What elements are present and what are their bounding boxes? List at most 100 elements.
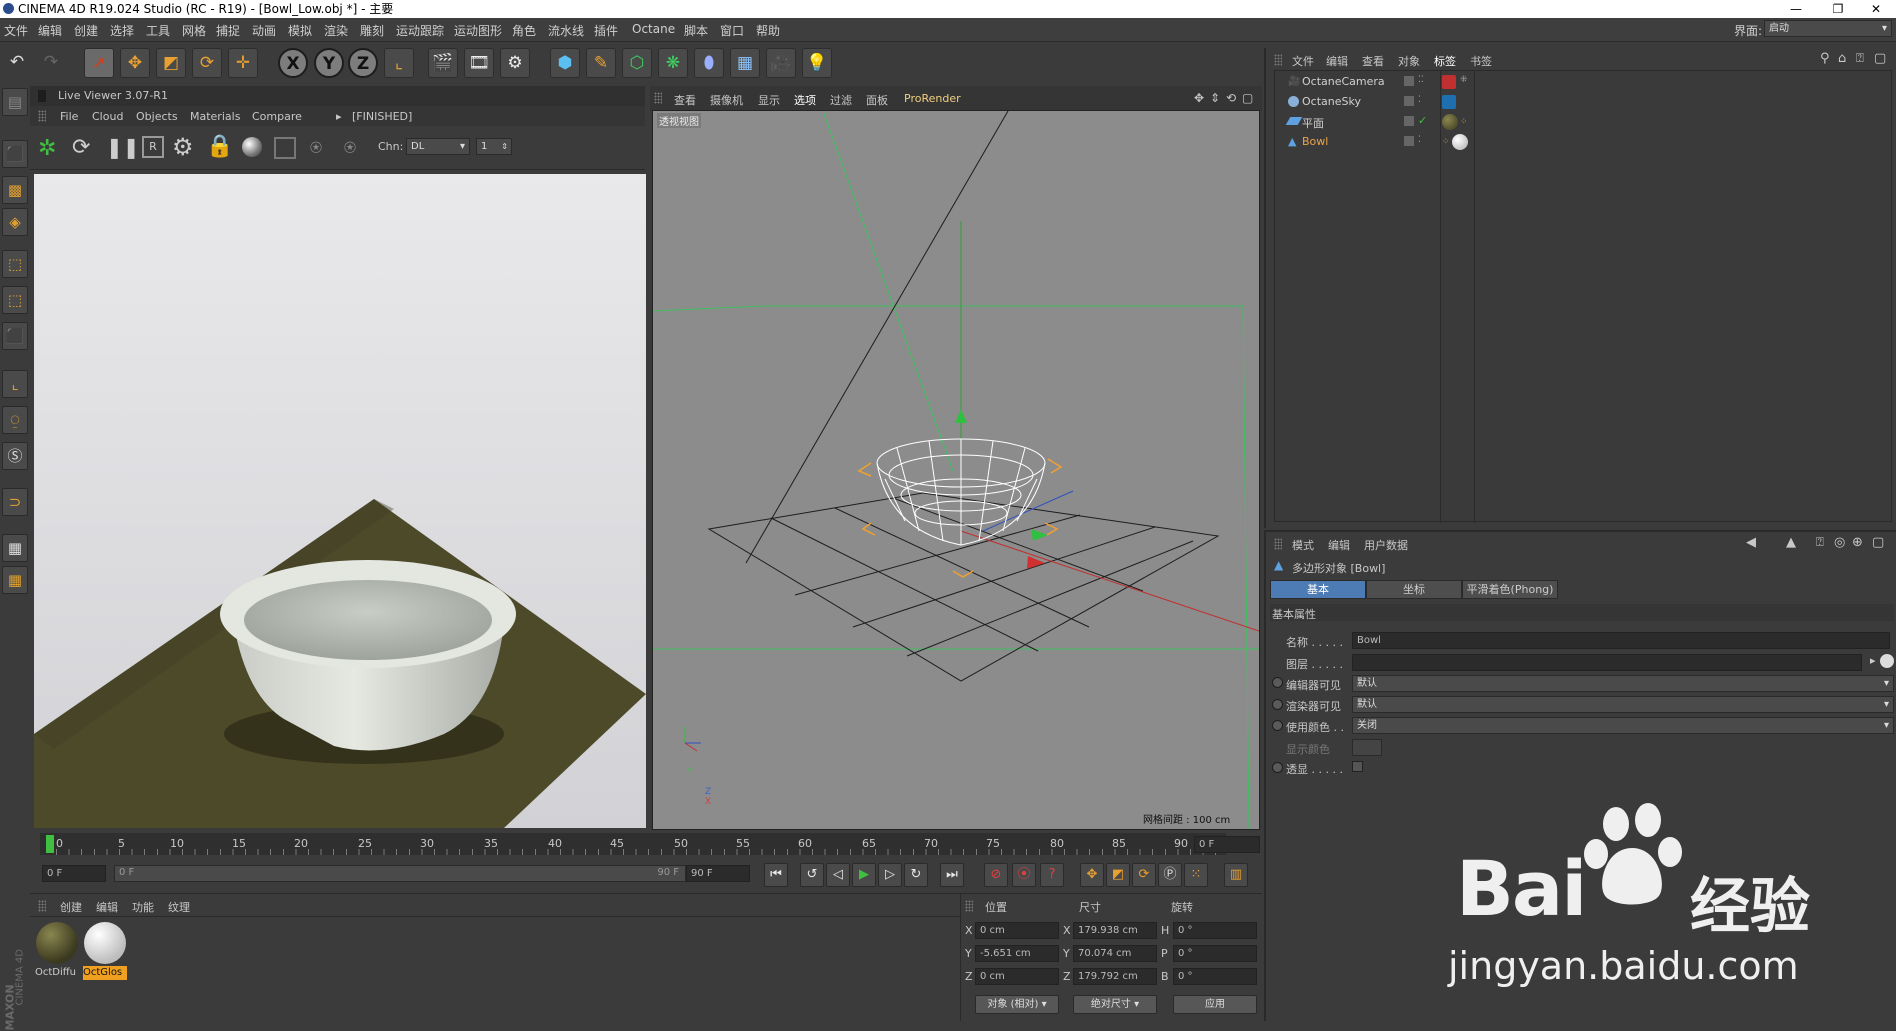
vp-menu-panel[interactable]: 面板: [866, 92, 888, 108]
layer-clear-icon[interactable]: [1880, 654, 1894, 668]
camera-icon[interactable]: 🎥: [766, 48, 796, 78]
texture-mode-icon[interactable]: ▩: [2, 176, 28, 204]
render-view-icon[interactable]: 🎬: [428, 48, 458, 78]
size-x-field[interactable]: 179.938 cm: [1073, 922, 1157, 939]
key-scale-icon[interactable]: ◩: [1106, 863, 1130, 887]
polygons-mode-icon[interactable]: ⬛: [2, 322, 28, 350]
pen-icon[interactable]: ✎: [586, 48, 616, 78]
rotate-icon[interactable]: ⟳: [192, 48, 222, 78]
go-to-start-icon[interactable]: ⏮: [764, 863, 788, 887]
material-tag-icon[interactable]: [1452, 134, 1468, 150]
mm-menu-texture[interactable]: 纹理: [168, 899, 190, 915]
pos-y-field[interactable]: -5.651 cm: [975, 945, 1059, 962]
lv-menu-objects[interactable]: Objects: [136, 110, 178, 123]
restart-render-icon[interactable]: ⟳: [72, 135, 90, 160]
xray-checkbox[interactable]: [1352, 761, 1363, 772]
am-menu-mode[interactable]: 模式: [1292, 537, 1314, 553]
visibility-dots-icon[interactable]: ⁚: [1418, 135, 1421, 145]
axis-mode-icon[interactable]: ⌞: [2, 370, 28, 398]
texture-tag-icon[interactable]: ⁘: [1442, 137, 1450, 147]
maximize-view-icon[interactable]: ▢: [1242, 91, 1253, 105]
floor-icon[interactable]: ▦: [730, 48, 760, 78]
om-menu-objects[interactable]: 对象: [1398, 53, 1420, 69]
quantize-icon[interactable]: ▦: [2, 534, 28, 562]
zoom-view-icon[interactable]: ⇕: [1210, 91, 1220, 105]
menu-window[interactable]: 窗口: [720, 22, 744, 39]
render-settings-icon[interactable]: ⚙: [500, 48, 530, 78]
visibility-dots-icon[interactable]: ⁚⁚: [1418, 75, 1424, 85]
object-row-octanesky[interactable]: OctaneSky ⁚: [1274, 92, 1886, 112]
current-frame-field[interactable]: 0 F: [1194, 836, 1260, 853]
enabled-check-icon[interactable]: ✓: [1418, 114, 1427, 127]
object-row-octanecamera[interactable]: 🎥 OctaneCamera ⁚⁚ ⁜: [1274, 72, 1886, 92]
menu-script[interactable]: 脚本: [684, 22, 708, 39]
record-keys-icon[interactable]: ⊘: [984, 863, 1008, 887]
make-editable-icon[interactable]: ▤: [2, 88, 28, 116]
menu-plugins[interactable]: 插件: [594, 22, 618, 39]
menu-animate[interactable]: 动画: [252, 22, 276, 39]
select-icon[interactable]: ➚: [84, 48, 114, 78]
play-icon[interactable]: ▶: [852, 863, 876, 887]
name-field[interactable]: Bowl: [1352, 632, 1890, 649]
picker-icon[interactable]: [274, 137, 296, 159]
menu-render[interactable]: 渲染: [324, 22, 348, 39]
mm-menu-function[interactable]: 功能: [132, 899, 154, 915]
coord-mode-dropdown[interactable]: 对象 (相对) ▾: [975, 995, 1059, 1014]
key-rotation-icon[interactable]: ⟳: [1132, 863, 1156, 887]
settings-gear-icon[interactable]: ⚙: [172, 133, 194, 161]
octane-camera-tag-icon[interactable]: [1442, 75, 1456, 89]
om-menu-file[interactable]: 文件: [1292, 53, 1314, 69]
focus-picker-icon[interactable]: ⍟: [310, 135, 322, 159]
next-frame-icon[interactable]: ▷: [878, 863, 902, 887]
new-panel-icon[interactable]: ⊕: [1852, 535, 1863, 550]
cube-icon[interactable]: ⬢: [550, 48, 580, 78]
rot-h-field[interactable]: 0 °: [1173, 922, 1257, 939]
mm-menu-create[interactable]: 创建: [60, 899, 82, 915]
points-mode-icon[interactable]: ⬚: [2, 250, 28, 278]
back-arrow-icon[interactable]: ◀: [1746, 535, 1756, 550]
menu-motion-tracking[interactable]: 运动跟踪: [396, 22, 444, 39]
start-frame-field[interactable]: 0 F: [42, 865, 106, 882]
z-axis-handle[interactable]: [1031, 529, 1048, 541]
playhead[interactable]: [46, 835, 54, 853]
menu-sculpt[interactable]: 雕刻: [360, 22, 384, 39]
render-output-image[interactable]: [34, 174, 646, 828]
layer-icon[interactable]: [1404, 96, 1414, 106]
deformer-icon[interactable]: ⬮: [694, 48, 724, 78]
menu-simulate[interactable]: 模拟: [288, 22, 312, 39]
y-axis-handle[interactable]: [955, 409, 967, 423]
vp-menu-cameras[interactable]: 摄像机: [710, 92, 743, 108]
subdivision-icon[interactable]: ⬡: [622, 48, 652, 78]
menu-edit[interactable]: 编辑: [38, 22, 62, 39]
tweak-mode-icon[interactable]: ⍜: [2, 406, 28, 434]
menu-snap[interactable]: 捕捉: [216, 22, 240, 39]
xray-radio[interactable]: [1272, 762, 1283, 773]
panel-grip[interactable]: [38, 900, 46, 912]
lock-icon[interactable]: 🔒: [206, 134, 233, 159]
layout-dropdown[interactable]: 启动 ▾: [1764, 20, 1892, 37]
use-color-radio[interactable]: [1272, 720, 1283, 731]
y-axis-icon[interactable]: Y: [314, 48, 344, 78]
material-picker-icon[interactable]: ⍟: [344, 135, 356, 159]
menu-character[interactable]: 角色: [512, 22, 536, 39]
am-menu-edit[interactable]: 编辑: [1328, 537, 1350, 553]
menu-mograph[interactable]: 运动图形: [454, 22, 502, 39]
menu-help[interactable]: 帮助: [756, 22, 780, 39]
layer-field[interactable]: [1352, 654, 1862, 671]
previous-frame-icon[interactable]: ◁: [826, 863, 850, 887]
solo-mode-icon[interactable]: Ⓢ: [2, 442, 28, 470]
key-pla-icon[interactable]: ⁙: [1184, 863, 1208, 887]
menu-pipeline[interactable]: 流水线: [548, 22, 584, 39]
rotate-view-icon[interactable]: ⟲: [1226, 91, 1236, 105]
tab-phong[interactable]: 平滑着色(Phong): [1462, 580, 1558, 599]
workplane-icon[interactable]: ▦: [2, 566, 28, 594]
bowl-wireframe[interactable]: [876, 438, 1046, 546]
x-axis-icon[interactable]: X: [278, 48, 308, 78]
light-icon[interactable]: 💡: [802, 48, 832, 78]
layer-icon[interactable]: [1404, 116, 1414, 126]
z-axis-icon[interactable]: Z: [348, 48, 378, 78]
pause-render-icon[interactable]: ❚❚: [106, 135, 140, 159]
panel-grip[interactable]: [965, 900, 973, 912]
object-row-bowl[interactable]: ▲ Bowl ⁚ ⁘: [1274, 132, 1886, 152]
search-icon[interactable]: ⚲: [1820, 51, 1830, 66]
